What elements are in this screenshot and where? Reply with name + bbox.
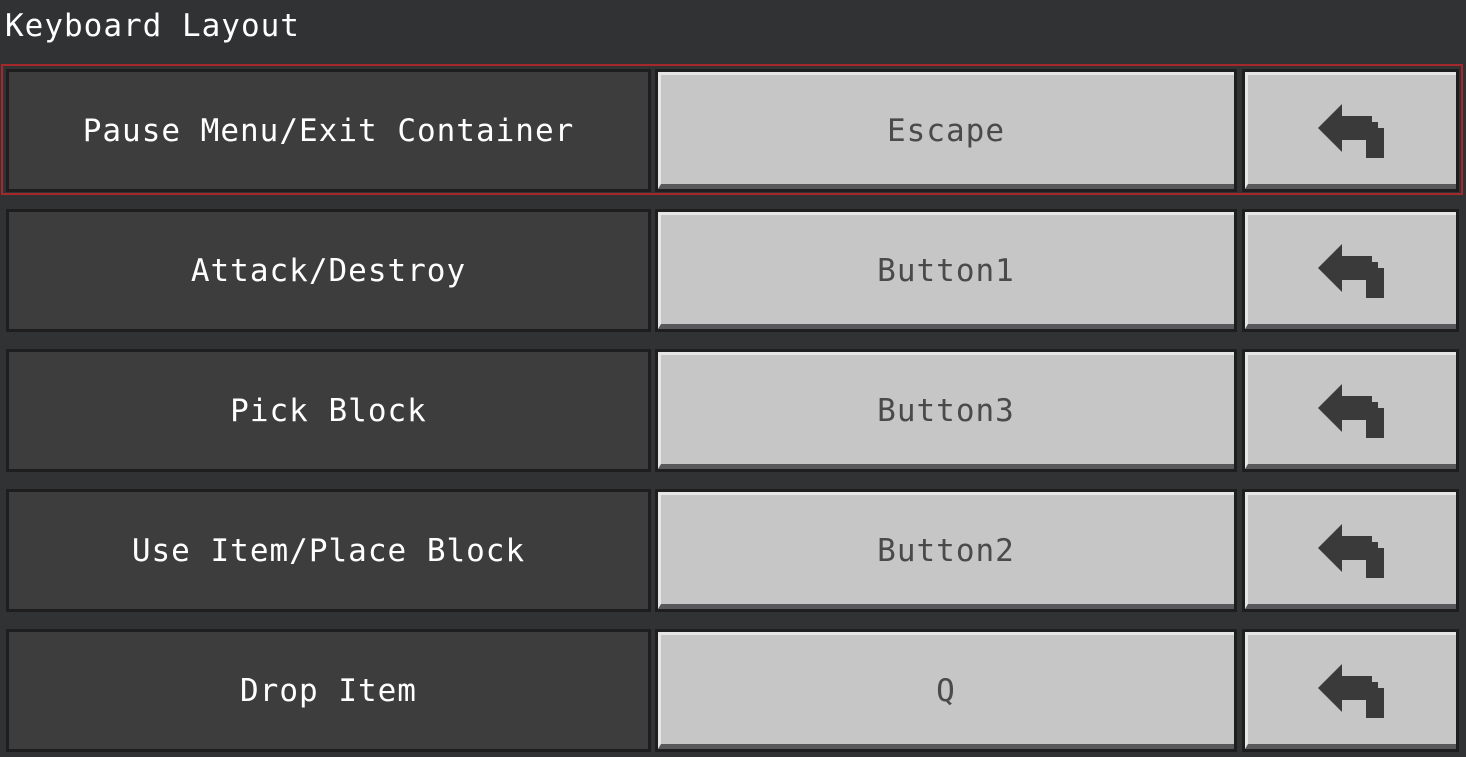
keybinding-row-use-item: Use Item/Place Block Button2 [0,484,1466,620]
action-label: Pick Block [6,349,651,472]
keybinding-row-drop-item: Drop Item Q [0,624,1466,757]
key-binding-button[interactable]: Button2 [655,489,1237,612]
reset-binding-button[interactable] [1242,209,1459,332]
undo-arrow-icon [1317,523,1384,578]
action-label: Use Item/Place Block [6,489,651,612]
undo-arrow-icon [1317,103,1384,158]
key-binding-button[interactable]: Button1 [655,209,1237,332]
key-binding-button[interactable]: Q [655,629,1237,752]
keybinding-row-pick-block: Pick Block Button3 [0,344,1466,480]
action-label: Drop Item [6,629,651,752]
undo-arrow-icon [1317,663,1384,718]
reset-binding-button[interactable] [1242,489,1459,612]
key-binding-button[interactable]: Button3 [655,349,1237,472]
action-label: Pause Menu/Exit Container [6,69,651,192]
undo-arrow-icon [1317,383,1384,438]
action-label: Attack/Destroy [6,209,651,332]
section-title: Keyboard Layout [5,8,300,44]
keybinding-row-attack: Attack/Destroy Button1 [0,204,1466,340]
reset-binding-button[interactable] [1242,69,1459,192]
key-binding-button[interactable]: Escape [655,69,1237,192]
reset-binding-button[interactable] [1242,629,1459,752]
reset-binding-button[interactable] [1242,349,1459,472]
keybinding-row-pause-menu: Pause Menu/Exit Container Escape [0,64,1466,200]
undo-arrow-icon [1317,243,1384,298]
